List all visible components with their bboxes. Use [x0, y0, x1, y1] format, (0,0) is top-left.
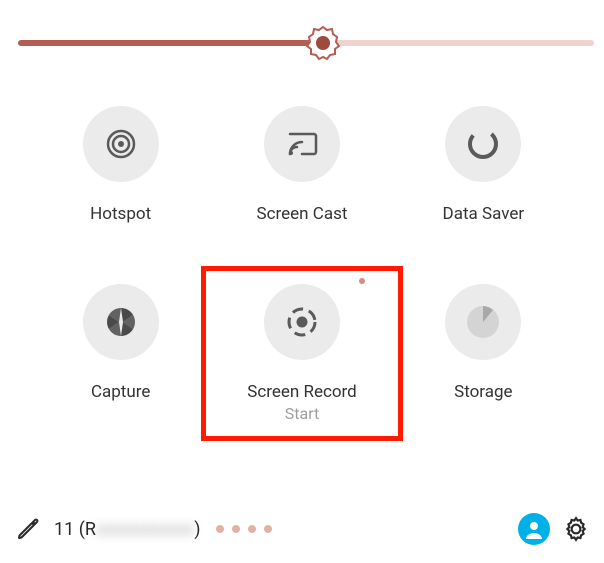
tile-sublabel: Start — [285, 404, 319, 423]
page-dot — [264, 525, 272, 533]
status-prefix: 11 (R — [54, 519, 96, 540]
page-dot — [248, 525, 256, 533]
gear-icon — [563, 516, 589, 542]
tile-screenrecord[interactable]: Screen Record Start — [211, 284, 392, 423]
datasaver-icon — [445, 106, 521, 182]
tiles-grid: Hotspot Screen Cast Data Saver — [0, 56, 604, 443]
page-dot — [232, 525, 240, 533]
status-text: 11 (Rxxxxxxxxxxx) — [54, 519, 200, 540]
page-dot — [216, 525, 224, 533]
page-indicator[interactable] — [216, 525, 272, 533]
tile-label: Capture — [91, 382, 150, 402]
brightness-thumb-icon[interactable] — [304, 24, 342, 62]
screenrecord-icon — [264, 284, 340, 360]
tile-label: Screen Record — [247, 382, 357, 402]
user-avatar[interactable] — [518, 513, 550, 545]
tile-storage[interactable]: Storage — [393, 284, 574, 423]
storage-icon — [445, 284, 521, 360]
tile-label: Hotspot — [90, 204, 151, 224]
brightness-slider[interactable] — [0, 0, 604, 56]
record-status-dot — [359, 278, 365, 284]
tile-label: Storage — [454, 382, 512, 402]
tile-label: Data Saver — [443, 204, 525, 224]
bottom-bar: 11 (Rxxxxxxxxxxx) — [14, 513, 590, 545]
pencil-icon — [16, 517, 40, 541]
edit-button[interactable] — [14, 515, 42, 543]
screencast-icon — [264, 106, 340, 182]
hotspot-icon — [83, 106, 159, 182]
status-suffix: ) — [194, 519, 200, 540]
person-icon — [524, 519, 544, 539]
capture-icon — [83, 284, 159, 360]
tile-screencast[interactable]: Screen Cast — [211, 106, 392, 224]
status-blurred: xxxxxxxxxxx — [96, 519, 194, 540]
tile-capture[interactable]: Capture — [30, 284, 211, 423]
tile-hotspot[interactable]: Hotspot — [30, 106, 211, 224]
tile-label: Screen Cast — [257, 204, 348, 224]
settings-button[interactable] — [562, 515, 590, 543]
tile-datasaver[interactable]: Data Saver — [393, 106, 574, 224]
